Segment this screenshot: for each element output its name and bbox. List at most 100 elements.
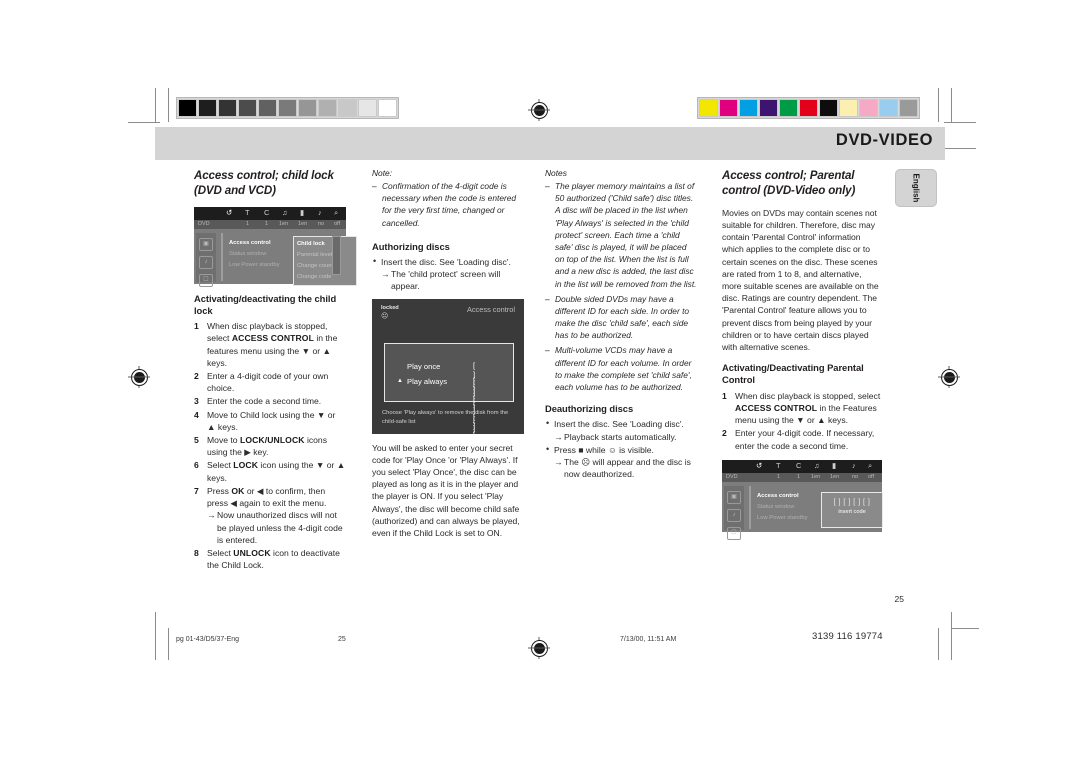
step-keyword: LOCK <box>233 460 259 471</box>
crop-mark-tl-v2 <box>168 88 169 122</box>
calibration-swatch-9 <box>358 99 377 117</box>
bullet-result-text: Playback starts automatically. <box>554 431 697 443</box>
step-keyword: ACCESS CONTROL <box>231 333 314 344</box>
step-text: Press <box>207 485 232 496</box>
osd2-value-angle: no <box>852 473 859 480</box>
osd-submenu-item-parental-level[interactable]: Parental level <box>297 250 353 261</box>
osd2-panel: Access control Status window Low Power s… <box>749 485 883 529</box>
step-number: 2 <box>722 428 727 439</box>
cps-footer-hint: Choose 'Play always' to remove the disk … <box>382 410 509 425</box>
step-number: 2 <box>194 371 199 382</box>
cps-option-play-always-row[interactable]: Play always [ ] [ ] [ ] [ ] <box>407 376 475 448</box>
calibration-swatch-10 <box>378 99 397 117</box>
osd2-menu-item-access-control[interactable]: Access control <box>757 491 817 502</box>
osd2-icon-angle: ♪ <box>852 460 856 470</box>
page-number: 25 <box>894 594 904 604</box>
osd-menu-right: Child lock Parental level Change country… <box>293 235 357 286</box>
osd-side-icon-features: ☐ <box>199 273 213 287</box>
note-list: Confirmation of the 4-digit code is nece… <box>372 180 524 229</box>
osd-panel: Access control Status window Low Power s… <box>221 232 357 286</box>
step-number: 4 <box>194 409 199 420</box>
footer-filename: pg 01-43/D5/37-Eng <box>176 636 240 643</box>
osd-value-title: 1 <box>246 220 250 227</box>
step-number: 3 <box>194 396 199 407</box>
step-item: 2 Enter a 4-digit code of your own choice… <box>194 370 346 394</box>
osd-icon-angle: ♪ <box>318 207 322 217</box>
crop-mark-bl-v2 <box>168 628 169 660</box>
calibration-swatch-1 <box>719 99 738 117</box>
footer-page-number: 25 <box>338 636 346 643</box>
crop-mark-tr-h <box>944 122 976 123</box>
bullet-arrow-text: The 'child protect' screen will appear. <box>381 268 524 292</box>
osd2-icon-audio: ♫ <box>814 460 820 470</box>
osd-icon-subtitle: ▮ <box>300 207 305 217</box>
calibration-swatch-0 <box>178 99 197 117</box>
osd2-value-zoom: off <box>868 473 875 480</box>
step-text: Select <box>207 547 234 558</box>
section-heading-parental-control: Access control; Parental control (DVD-Vi… <box>722 169 856 198</box>
osd-menu-item-access-control[interactable]: Access control <box>229 238 289 249</box>
cps-options-box: Play once [ ] [ ] [ ] [ ] ▲ Play always … <box>384 342 514 448</box>
step-number: 1 <box>722 390 727 401</box>
bullet-item: Insert the disc. See 'Loading disc'.Play… <box>545 417 697 443</box>
step-item: 5 Move to LOCK/UNLOCK icons using the ▶ k… <box>194 434 346 458</box>
osd2-code-digits[interactable]: [ ] [ ] [ ] [ ] <box>822 499 882 506</box>
step-item: 2 Enter your 4-digit code. If necessary, … <box>722 427 882 451</box>
step-item: 4 Move to Child lock using the ▼ or ▲ key… <box>194 409 346 433</box>
osd-menu-item-status-window[interactable]: Status window <box>229 249 289 260</box>
step-item: 3 Enter the code a second time. <box>194 395 346 407</box>
footer-timestamp: 7/13/00, 11:51 AM <box>620 636 677 643</box>
osd-submenu-item-change-code[interactable]: Change code <box>297 272 353 283</box>
osd2-value-subtitle: 1en <box>830 473 840 480</box>
osd-submenu-item-change-country[interactable]: Change country <box>297 261 353 272</box>
calibration-swatch-5 <box>278 99 297 117</box>
grayscale-calibration-bar <box>176 97 399 119</box>
osd-icon-zoom: ⌕ <box>334 207 339 217</box>
subheading-activating-child-lock: Activating/deactivating the child lock <box>194 292 337 317</box>
osd2-side-icons: ▣ ♪ ☐ <box>724 485 744 540</box>
calibration-swatch-3 <box>759 99 778 117</box>
note-label: Note: <box>372 168 393 178</box>
bullet-insert-disc: Insert the disc. See 'Loading disc'. The… <box>372 255 524 293</box>
osd2-value-audio: 1en <box>811 473 821 480</box>
step-text: Enter a 4-digit code of your own choice. <box>207 371 329 394</box>
deauthorizing-bullets: Insert the disc. See 'Loading disc'.Play… <box>545 417 697 480</box>
osd2-menu-item-status-window[interactable]: Status window <box>757 502 817 513</box>
osd-submenu-item-child-lock[interactable]: Child lock <box>297 239 353 250</box>
step-item: 7 Press OK or ◀ to confirm, then press ◀ … <box>194 485 346 546</box>
calibration-swatch-8 <box>338 99 357 117</box>
step-number: 1 <box>194 321 199 332</box>
step-item: 1 When disc playback is stopped, select A… <box>722 390 882 427</box>
osd2-insert-code-box[interactable]: [ ] [ ] [ ] [ ] insert code <box>821 491 883 528</box>
crop-mark-bl-v <box>155 612 156 660</box>
step-keyword: ACCESS CONTROL <box>735 402 818 413</box>
osd-menu-left: Access control Status window Low Power s… <box>229 238 289 271</box>
cps-lock-label: locked <box>381 304 399 311</box>
osd-scrollbar[interactable] <box>332 235 341 275</box>
calibration-swatch-1 <box>198 99 217 117</box>
subheading-deauthorizing-discs: Deauthorizing discs <box>545 403 634 415</box>
crop-mark-tl-h <box>128 122 160 123</box>
steps-parental-control: 1 When disc playback is stopped, select A… <box>722 390 882 452</box>
osd-value-chapter: 1 <box>265 220 269 227</box>
cps-option-play-once-row[interactable]: Play once [ ] [ ] [ ] [ ] <box>407 361 475 433</box>
subheading-activating-parental: Activating/Deactivating Parental Control <box>722 362 864 386</box>
osd-icon-chapter: C <box>264 207 270 217</box>
column-one: Access control; child lock (DVD and VCD)… <box>194 168 357 572</box>
osd-side-icon-video: ▣ <box>199 237 213 251</box>
osd2-menu-item-low-power[interactable]: Low Power standby <box>757 513 817 524</box>
osd-icon-bar <box>194 206 346 220</box>
cps-title: Access control <box>466 304 515 314</box>
bullet-text: Insert the disc. See 'Loading disc'. <box>381 256 511 267</box>
crop-mark-tr-h2 <box>944 148 976 149</box>
language-tab[interactable]: English <box>896 170 936 206</box>
calibration-swatch-6 <box>819 99 838 117</box>
step-item: 1 When disc playback is stopped, select A… <box>194 320 346 369</box>
step-keyword: OK <box>231 485 245 496</box>
osd-menu-item-low-power[interactable]: Low Power standby <box>229 260 289 271</box>
step-number: 7 <box>194 485 199 496</box>
osd2-menu-left: Access control Status window Low Power s… <box>757 491 817 524</box>
osd2-value-disc: DVD <box>726 473 738 480</box>
step-text: When disc playback is stopped, select <box>735 390 881 401</box>
language-tab-label: English <box>911 173 921 203</box>
